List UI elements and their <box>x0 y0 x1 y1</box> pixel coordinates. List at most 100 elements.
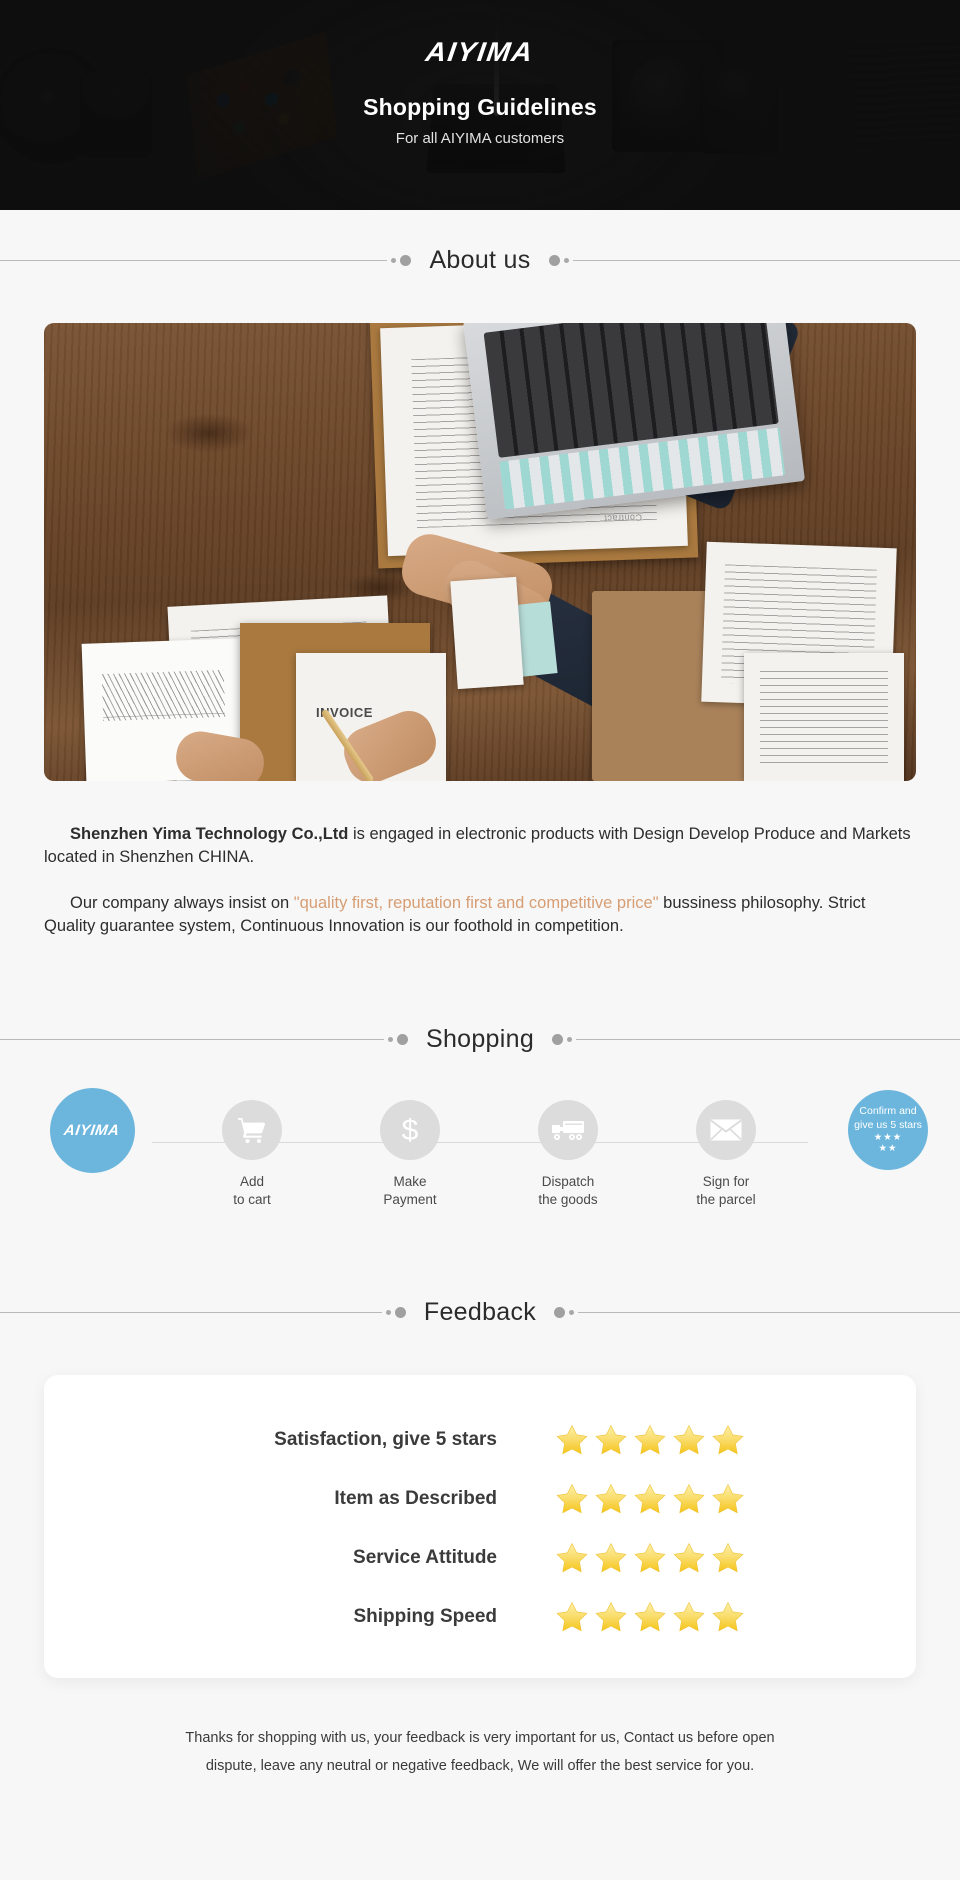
aiyima-logo: AIYIMA <box>424 37 536 67</box>
divider-dot-large-left <box>396 1033 408 1045</box>
feedback-row: Item as Described <box>44 1482 916 1516</box>
delivery-truck-glyph <box>552 1120 584 1140</box>
star-icon <box>634 1483 666 1514</box>
star-icon <box>673 1424 705 1455</box>
feedback-label-service-attitude: Service Attitude <box>353 1546 497 1568</box>
feedback-section: Feedback Satisfaction, give 5 stars Item… <box>0 1298 960 1781</box>
about-paragraph-2: Our company always insist on "quality fi… <box>44 892 916 939</box>
star-icon <box>634 1424 666 1455</box>
divider-dot-large-left <box>394 1306 406 1318</box>
star-icon <box>556 1424 588 1455</box>
delivery-truck-icon <box>538 1099 598 1160</box>
star-icon <box>595 1542 627 1573</box>
envelope-glyph <box>710 1119 742 1141</box>
footer-note: Thanks for shopping with us, your feedba… <box>130 1724 830 1781</box>
envelope-icon <box>696 1099 756 1160</box>
confirm-badge-line2: give us 5 stars <box>854 1119 922 1132</box>
step-aiyima[interactable]: AIYIMA <box>32 1087 152 1173</box>
shopping-cart-icon <box>222 1099 282 1160</box>
divider-dot-small-right <box>563 258 569 263</box>
star-icon <box>595 1424 627 1455</box>
hero-banner: AIYIMA Shopping Guidelines For all AIYIM… <box>0 0 960 210</box>
about-section: About us Contract INVOICE Shenzhen Yima … <box>0 246 960 939</box>
feedback-section-heading: Feedback <box>0 1298 960 1327</box>
feedback-row: Service Attitude <box>44 1541 916 1575</box>
shopping-section-heading: Shopping <box>0 1025 960 1054</box>
feedback-stars-shipping-speed[interactable] <box>555 1600 755 1634</box>
step-sign-for-parcel-label: Sign for the parcel <box>696 1173 756 1208</box>
shopping-steps: AIYIMA Add to cart $ Make Payment Dispat… <box>44 1087 928 1230</box>
divider-dot-small-right <box>569 1309 575 1315</box>
divider-dot-large-right <box>554 1306 566 1318</box>
dollar-sign-glyph: $ <box>402 1114 419 1147</box>
dollar-sign-icon: $ <box>380 1099 440 1160</box>
star-icon <box>712 1601 744 1632</box>
step-confirm-five-stars[interactable]: Confirm and give us 5 stars ★★★ ★★ <box>828 1089 948 1170</box>
divider-dot-small-left <box>387 1036 393 1042</box>
divider-line-right <box>576 1038 960 1040</box>
step-dispatch-goods-label: Dispatch the goods <box>538 1173 598 1208</box>
hero-content: AIYIMA Shopping Guidelines For all AIYIM… <box>0 0 960 210</box>
star-icon <box>712 1483 744 1514</box>
laptop-image <box>463 323 805 520</box>
divider-dot-small-left <box>385 1309 391 1315</box>
financial-table-image <box>744 653 904 781</box>
step-dispatch-goods[interactable]: Dispatch the goods <box>508 1099 628 1210</box>
about-heading-text: About us <box>429 246 531 274</box>
star-icon <box>556 1483 588 1514</box>
divider-dot-large-right <box>552 1033 564 1045</box>
step-add-to-cart[interactable]: Add to cart <box>192 1099 312 1210</box>
divider-dot-small-right <box>567 1036 573 1042</box>
divider-dot-large-left <box>400 255 412 266</box>
divider-dot-small-left <box>391 258 397 263</box>
feedback-label-satisfaction: Satisfaction, give 5 stars <box>274 1428 497 1450</box>
aiyima-logo-icon: AIYIMA <box>49 1087 135 1173</box>
star-icon <box>673 1601 705 1632</box>
about-hero-photo: Contract INVOICE <box>44 323 916 781</box>
white-note-image <box>450 576 524 690</box>
divider-line-left <box>0 1311 382 1313</box>
hero-title: Shopping Guidelines <box>363 94 597 120</box>
feedback-row: Satisfaction, give 5 stars <box>44 1423 916 1457</box>
feedback-row: Shipping Speed <box>44 1600 916 1634</box>
star-icon <box>556 1542 588 1573</box>
confirm-stars-row-2: ★★ <box>878 1142 898 1154</box>
star-icon <box>595 1601 627 1632</box>
divider-line-left <box>0 260 388 261</box>
shopping-heading-text: Shopping <box>425 1024 535 1053</box>
step-sign-for-parcel[interactable]: Sign for the parcel <box>666 1099 786 1210</box>
divider-line-left <box>0 1038 384 1040</box>
step-aiyima-badge-text: AIYIMA <box>63 1121 121 1139</box>
feedback-heading-text: Feedback <box>423 1297 537 1326</box>
footer-line-1: Thanks for shopping with us, your feedba… <box>185 1729 775 1746</box>
star-icon <box>673 1542 705 1573</box>
confirm-stars-row-1: ★★★ <box>873 1132 903 1144</box>
step-make-payment-label: Make Payment <box>383 1173 437 1208</box>
feedback-card: Satisfaction, give 5 stars Item as Descr… <box>44 1374 916 1678</box>
about-paragraph-1: Shenzhen Yima Technology Co.,Ltd is enga… <box>44 823 916 870</box>
star-icon <box>673 1483 705 1514</box>
feedback-stars-item-as-described[interactable] <box>555 1482 755 1516</box>
hero-subtitle: For all AIYIMA customers <box>395 130 565 147</box>
about-section-heading: About us <box>0 246 960 275</box>
divider-line-right <box>572 260 960 261</box>
star-icon <box>556 1601 588 1632</box>
feedback-stars-satisfaction[interactable] <box>555 1423 755 1457</box>
company-name: Shenzhen Yima Technology Co.,Ltd <box>70 825 349 843</box>
star-icon <box>595 1483 627 1514</box>
feedback-stars-service-attitude[interactable] <box>555 1541 755 1575</box>
star-icon <box>712 1424 744 1455</box>
feedback-label-item-as-described: Item as Described <box>334 1487 497 1509</box>
about-quote-highlight: "quality first, reputation first and com… <box>293 893 659 912</box>
svg-text:$: $ <box>402 1114 419 1147</box>
star-icon <box>634 1542 666 1573</box>
step-make-payment[interactable]: $ Make Payment <box>350 1099 470 1210</box>
about-paragraph-2-lead: Our company always insist on <box>70 893 294 912</box>
step-add-to-cart-label: Add to cart <box>233 1173 271 1208</box>
shopping-cart-glyph <box>238 1118 265 1144</box>
shopping-section: Shopping AIYIMA Add to cart $ Make Payme… <box>0 1025 960 1230</box>
footer-line-2: dispute, leave any neutral or negative f… <box>205 1757 755 1774</box>
star-icon <box>712 1542 744 1573</box>
divider-line-right <box>578 1311 960 1313</box>
shopping-guidelines-page: AIYIMA Shopping Guidelines For all AIYIM… <box>0 0 960 1880</box>
